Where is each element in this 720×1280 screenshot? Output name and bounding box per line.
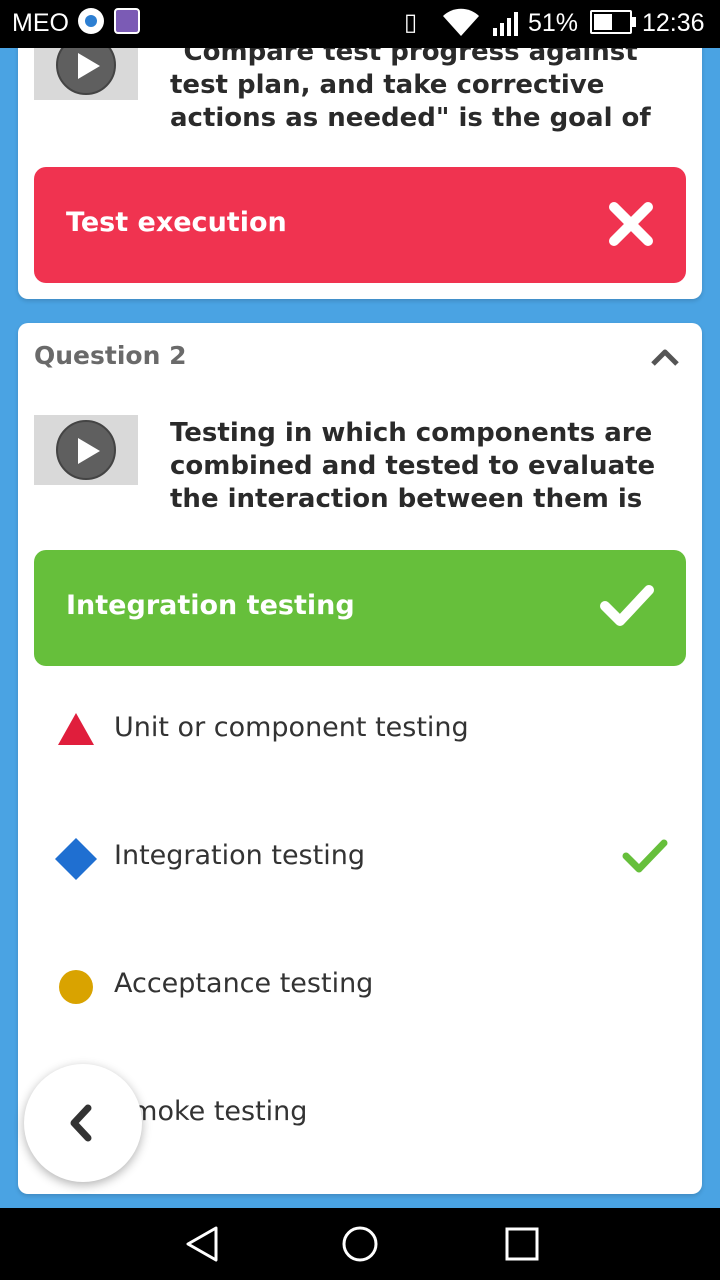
question-card-2: Question 2 Testing in which components a… xyxy=(18,323,702,1194)
play-icon xyxy=(78,438,100,464)
question-video-thumbnail[interactable] xyxy=(34,415,138,485)
back-button[interactable] xyxy=(24,1064,142,1182)
clock: 12:36 xyxy=(642,9,705,37)
nav-home-icon[interactable] xyxy=(340,1224,380,1264)
option-label: Smoke testing xyxy=(114,1096,308,1127)
question-text: "Compare test progress against test plan… xyxy=(170,37,651,133)
answer-option: Unit or component testing xyxy=(18,685,702,775)
nav-back-icon[interactable] xyxy=(182,1224,222,1264)
carrier-name: MEO xyxy=(12,9,69,37)
check-icon xyxy=(622,839,668,873)
gallery-app-icon xyxy=(114,8,140,34)
sync-app-icon xyxy=(78,8,104,34)
vibrate-icon: ▯ xyxy=(404,9,418,36)
user-answer-label: Integration testing xyxy=(66,590,355,621)
option-label: Acceptance testing xyxy=(114,968,374,999)
chevron-left-icon xyxy=(70,1104,92,1142)
battery-percent: 51% xyxy=(528,9,579,37)
status-bar: MEO ▯ 51% 12:36 xyxy=(0,0,720,48)
option-label: Unit or component testing xyxy=(114,712,469,743)
question-heading: Question 2 xyxy=(34,341,187,370)
diamond-icon xyxy=(55,838,97,880)
answer-result-banner: Integration testing xyxy=(34,550,686,666)
nav-recents-icon[interactable] xyxy=(502,1224,542,1264)
option-label: Integration testing xyxy=(114,840,365,871)
signal-icon xyxy=(493,12,518,36)
battery-icon xyxy=(590,10,636,34)
play-button[interactable] xyxy=(56,420,116,480)
navigation-bar xyxy=(0,1208,720,1280)
x-icon xyxy=(609,202,653,246)
wifi-icon xyxy=(443,8,479,36)
triangle-icon xyxy=(58,713,94,745)
play-icon xyxy=(78,53,100,79)
user-answer-label: Test execution xyxy=(66,207,287,238)
chevron-up-icon[interactable] xyxy=(650,347,680,367)
answer-option: Acceptance testing xyxy=(18,941,702,1031)
answer-result-banner: Test execution xyxy=(34,167,686,283)
check-icon xyxy=(600,585,654,626)
circle-icon xyxy=(59,970,93,1004)
answer-option: Integration testing xyxy=(18,813,702,903)
question-text: Testing in which components are combined… xyxy=(170,418,656,514)
